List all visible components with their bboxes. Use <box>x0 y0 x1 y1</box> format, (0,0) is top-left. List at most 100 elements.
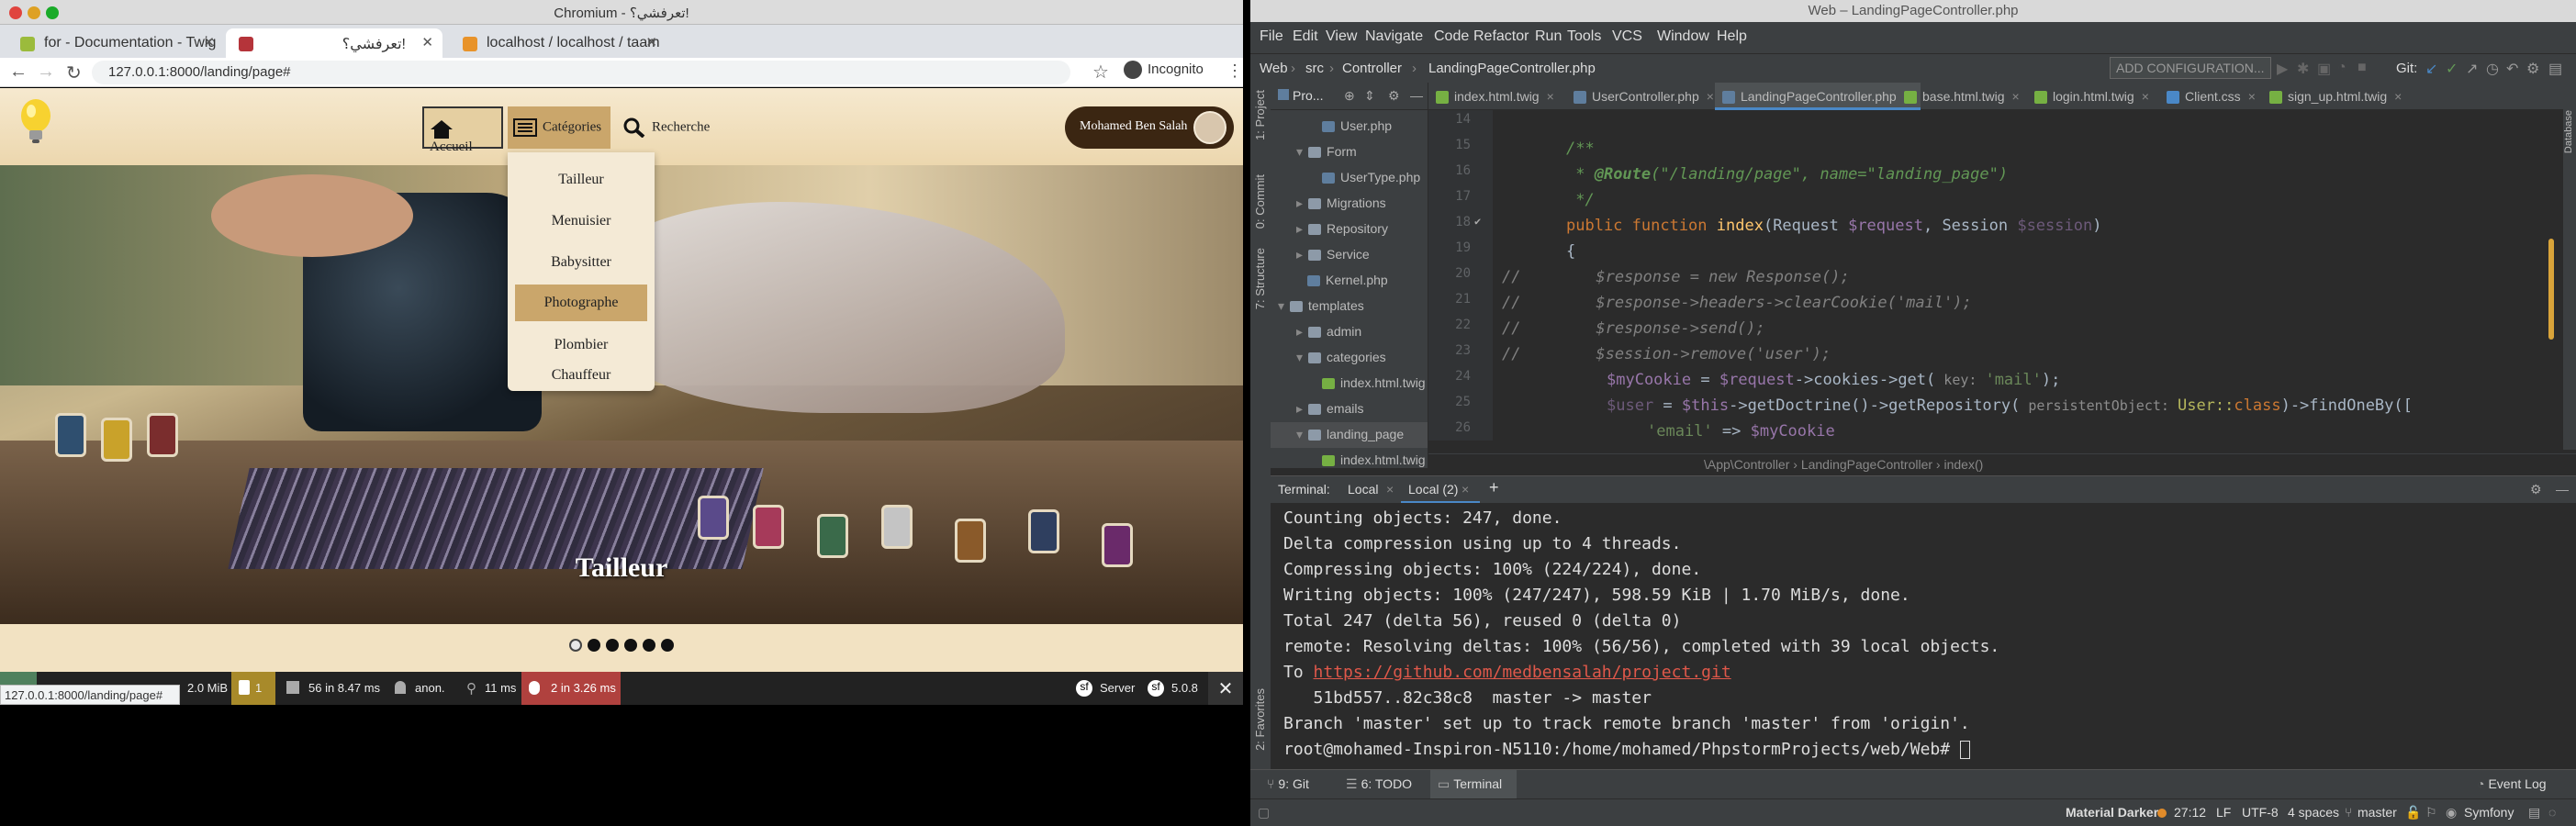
memory-value[interactable]: 2.0 MiB <box>187 681 228 695</box>
nav-crumb-web[interactable]: Web <box>1260 61 1288 76</box>
tree-item[interactable]: ▸ Migrations <box>1271 191 1428 217</box>
warnings-panel[interactable]: 1 <box>231 672 275 705</box>
editor-tab[interactable]: sign_up.html.twig × <box>2262 83 2411 110</box>
tree-item[interactable]: ▸ emails <box>1271 396 1428 422</box>
expanded-arrow-icon[interactable]: ▾ <box>1296 144 1303 159</box>
category-item-plombier[interactable]: Plombier <box>515 327 647 363</box>
close-toolbar-icon[interactable]: ✕ <box>1208 672 1243 705</box>
collapsed-arrow-icon[interactable]: ▸ <box>1296 324 1303 339</box>
tree-item[interactable]: UserType.php <box>1271 165 1428 191</box>
tree-item[interactable]: ▸ admin <box>1271 319 1428 345</box>
menu-run[interactable]: Run <box>1535 28 1562 45</box>
close-tab-icon[interactable]: ✕ <box>645 34 657 50</box>
request-time[interactable]: 11 ms <box>485 681 516 695</box>
reload-icon[interactable]: ↻ <box>66 61 82 84</box>
settings-icon[interactable]: ⚙ <box>2526 60 2539 78</box>
line-separator[interactable]: LF <box>2216 805 2231 820</box>
tree-item[interactable]: index.html.twig <box>1271 371 1428 396</box>
menu-code[interactable]: Code <box>1434 28 1469 45</box>
editor-tab-active[interactable]: LandingPageController.php× <box>1715 83 1921 110</box>
tree-item[interactable]: ▾ templates <box>1271 294 1428 319</box>
cursor-position[interactable]: 27:12 <box>2174 805 2206 820</box>
menu-navigate[interactable]: Navigate <box>1365 28 1423 45</box>
repo-link[interactable]: https://github.com/medbensalah/project.g… <box>1314 663 1731 682</box>
git-tool-button[interactable]: ⑂ 9: Git <box>1267 776 1309 791</box>
lock-icon[interactable]: 🔓 <box>2405 805 2421 820</box>
terminal-tab-local[interactable]: Local <box>1348 482 1378 497</box>
server-label[interactable]: Server <box>1100 681 1135 695</box>
editor-tab[interactable]: Client.css × <box>2159 83 2265 110</box>
terminal-cursor[interactable] <box>1959 741 1970 759</box>
carousel-dot[interactable] <box>643 639 655 652</box>
incognito-indicator[interactable]: Incognito <box>1124 61 1204 79</box>
menu-edit[interactable]: Edit <box>1293 28 1318 45</box>
category-item-chauffeur[interactable]: Chauffeur <box>515 367 647 391</box>
collapsed-arrow-icon[interactable]: ▸ <box>1296 195 1303 210</box>
git-commit-icon[interactable]: ✓ <box>2446 60 2458 78</box>
tree-item[interactable]: ▸ Repository <box>1271 217 1428 242</box>
editor-tab[interactable]: base.html.twig × <box>1897 83 2029 110</box>
security-user[interactable]: anon. <box>415 681 445 695</box>
close-tab-icon[interactable]: × <box>2142 89 2149 104</box>
close-tab-icon[interactable]: × <box>1707 89 1714 104</box>
user-profile-button[interactable]: Mohamed Ben Salah <box>1065 106 1234 149</box>
memory-icon[interactable]: ▤ <box>2528 805 2540 820</box>
tree-item[interactable]: User.php <box>1271 114 1428 140</box>
collapsed-arrow-icon[interactable]: ▸ <box>1296 401 1303 416</box>
gear-icon[interactable]: ⚙ <box>2530 482 2542 497</box>
expanded-arrow-icon[interactable]: ▾ <box>1296 427 1303 441</box>
code-editor[interactable]: /** * @Route("/landing/page", name="land… <box>1493 110 2563 441</box>
tree-item[interactable]: index.html.twig <box>1271 448 1428 468</box>
collapse-icon[interactable]: ⇕ <box>1364 88 1375 104</box>
menu-help[interactable]: Help <box>1717 28 1747 45</box>
inspection-icon[interactable]: ⚐ <box>2425 805 2437 820</box>
event-log-button[interactable]: ◔ Event Log <box>2477 776 2547 791</box>
tree-item[interactable]: Kernel.php <box>1271 268 1428 294</box>
indent-setting[interactable]: 4 spaces <box>2288 805 2339 820</box>
tree-item[interactable]: ▾ landing_page <box>1271 422 1428 448</box>
address-bar[interactable]: 127.0.0.1:8000/landing/page# <box>92 61 1070 84</box>
lightbulb-logo-icon[interactable] <box>17 97 55 145</box>
file-encoding[interactable]: UTF-8 <box>2242 805 2279 820</box>
editor-scroll-marker[interactable] <box>2548 239 2554 340</box>
project-label[interactable]: Pro... <box>1293 88 1323 103</box>
collapsed-arrow-icon[interactable]: ▸ <box>1296 221 1303 236</box>
expanded-arrow-icon[interactable]: ▾ <box>1278 298 1284 313</box>
run-icon[interactable]: ▶ <box>2277 60 2288 78</box>
favorites-tool-button[interactable]: 2: Favorites <box>1253 688 1267 751</box>
project-tool-button[interactable]: 1: Project <box>1253 90 1267 140</box>
browser-tab-twig-docs[interactable]: for - Documentation - Twig ✕ <box>7 28 224 58</box>
coverage-icon[interactable]: ▣ <box>2317 60 2331 78</box>
editor-tab[interactable]: UserController.php × <box>1566 83 1723 110</box>
close-tab-icon[interactable]: × <box>2248 89 2256 104</box>
cache-stats[interactable]: 56 in 8.47 ms <box>308 681 380 695</box>
back-arrow-icon[interactable]: ← <box>9 61 28 83</box>
category-item-tailleur[interactable]: Tailleur <box>515 162 647 198</box>
project-structure-icon[interactable]: ▤ <box>2548 60 2562 78</box>
expanded-arrow-icon[interactable]: ▾ <box>1296 350 1303 364</box>
tree-item[interactable]: ▾ categories <box>1271 345 1428 371</box>
forward-arrow-icon[interactable]: → <box>37 61 55 83</box>
commit-tool-button[interactable]: 0: Commit <box>1253 174 1267 229</box>
close-tab-icon[interactable]: × <box>1386 482 1394 497</box>
profile-icon[interactable]: ◔ <box>2337 60 2346 76</box>
category-item-babysitter[interactable]: Babysitter <box>515 244 647 281</box>
layout-icon[interactable]: ▢ <box>1258 805 1270 820</box>
symfony-version[interactable]: 5.0.8 <box>1171 681 1198 695</box>
hide-icon[interactable]: — <box>1410 88 1423 103</box>
browser-tab-phpmyadmin[interactable]: localhost / localhost / taam ✕ <box>450 28 666 58</box>
browser-menu-icon[interactable]: ⋮ <box>1226 61 1243 81</box>
debug-icon[interactable]: ✱ <box>2297 60 2309 78</box>
carousel-dot[interactable] <box>606 639 619 652</box>
stop-icon[interactable]: ■ <box>2358 60 2367 76</box>
close-tab-icon[interactable]: × <box>1462 482 1469 497</box>
terminal-output[interactable]: Counting objects: 247, done. Delta compr… <box>1271 503 2565 778</box>
close-tab-icon[interactable]: × <box>2011 89 2019 104</box>
close-tab-icon[interactable]: ✕ <box>203 34 215 50</box>
git-history-icon[interactable]: ◷ <box>2486 60 2499 78</box>
carousel-dot[interactable] <box>624 639 637 652</box>
editor-tab[interactable]: index.html.twig × <box>1428 83 1563 110</box>
close-tab-icon[interactable]: ✕ <box>421 34 433 50</box>
categories-nav-button[interactable]: Catégories <box>508 106 610 149</box>
git-branch[interactable]: master <box>2358 805 2397 820</box>
